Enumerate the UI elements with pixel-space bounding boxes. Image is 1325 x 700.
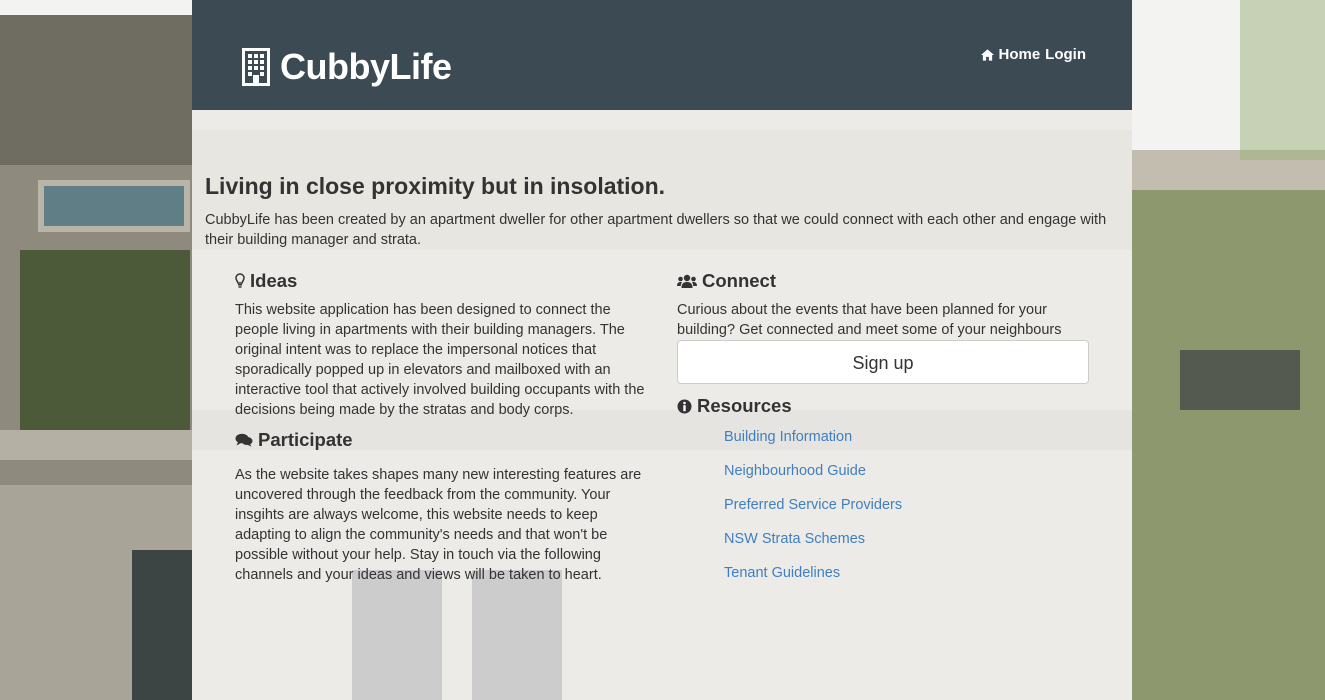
home-icon bbox=[981, 48, 995, 61]
content-panel: Living in close proximity but in insolat… bbox=[192, 110, 1132, 700]
resources-title: Resources bbox=[697, 395, 792, 416]
participate-body: As the website takes shapes many new int… bbox=[235, 467, 642, 583]
list-item: Neighbourhood Guide bbox=[724, 463, 1097, 497]
site-header: CubbyLife Home Login bbox=[192, 0, 1132, 110]
page-headline: Living in close proximity but in insolat… bbox=[205, 173, 666, 199]
participate-heading: Participate bbox=[235, 427, 655, 453]
connect-heading: Connect bbox=[677, 268, 1097, 294]
resource-link-preferred-service-providers[interactable]: Preferred Service Providers bbox=[724, 497, 902, 513]
list-item: Preferred Service Providers bbox=[724, 497, 1097, 531]
users-icon bbox=[677, 274, 697, 288]
resource-link-neighbourhood-guide[interactable]: Neighbourhood Guide bbox=[724, 463, 866, 479]
ideas-section: Ideas This website application has been … bbox=[235, 268, 655, 420]
comments-icon bbox=[235, 433, 253, 447]
info-circle-icon bbox=[677, 399, 692, 413]
ideas-title: Ideas bbox=[250, 270, 298, 291]
list-item: NSW Strata Schemes bbox=[724, 531, 1097, 565]
connect-section: Connect Curious about the events that ha… bbox=[677, 268, 1097, 384]
ideas-heading: Ideas bbox=[235, 268, 655, 294]
connect-body: Curious about the events that have been … bbox=[677, 302, 1062, 338]
nav-login-link[interactable]: Login bbox=[1045, 46, 1086, 63]
resources-section: Resources Building Information Neighbour… bbox=[677, 393, 1097, 599]
building-icon bbox=[242, 48, 270, 86]
left-column: Ideas This website application has been … bbox=[235, 268, 655, 585]
brand-name: CubbyLife bbox=[280, 46, 452, 87]
connect-title: Connect bbox=[702, 270, 776, 291]
nav-home-link[interactable]: Home bbox=[998, 46, 1040, 63]
resources-heading: Resources bbox=[677, 393, 1097, 419]
intro-text: CubbyLife has been created by an apartme… bbox=[205, 212, 1107, 248]
ideas-body: This website application has been design… bbox=[235, 302, 645, 418]
participate-section: Participate As the website takes shapes … bbox=[235, 427, 655, 585]
list-item: Tenant Guidelines bbox=[724, 565, 1097, 599]
right-column: Connect Curious about the events that ha… bbox=[677, 268, 1097, 599]
resource-link-tenant-guidelines[interactable]: Tenant Guidelines bbox=[724, 565, 840, 581]
lightbulb-icon bbox=[235, 273, 245, 288]
top-nav: Home Login bbox=[981, 46, 1086, 63]
participate-title: Participate bbox=[258, 429, 353, 450]
resources-list: Building Information Neighbourhood Guide… bbox=[677, 429, 1097, 599]
signup-button[interactable]: Sign up bbox=[677, 340, 1089, 384]
list-item: Building Information bbox=[724, 429, 1097, 463]
resource-link-building-information[interactable]: Building Information bbox=[724, 429, 852, 445]
resource-link-nsw-strata-schemes[interactable]: NSW Strata Schemes bbox=[724, 531, 865, 547]
brand[interactable]: CubbyLife bbox=[242, 46, 452, 88]
